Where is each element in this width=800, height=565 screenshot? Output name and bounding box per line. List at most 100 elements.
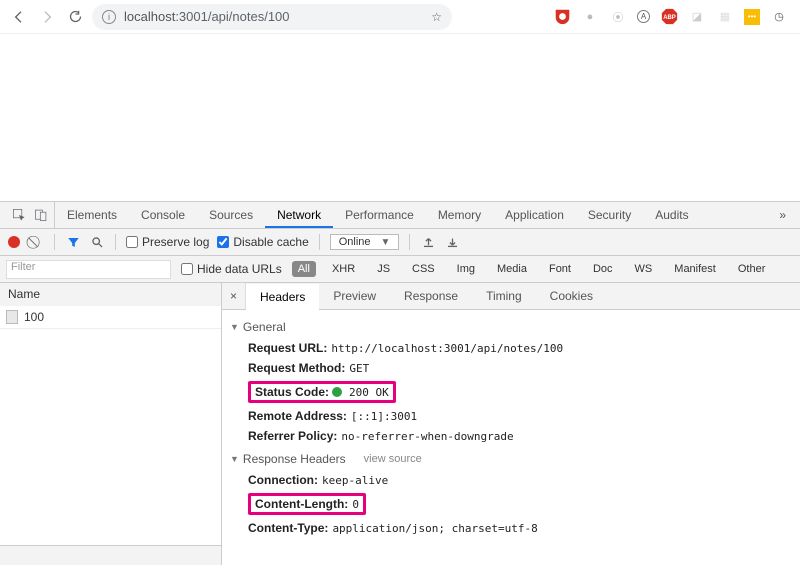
- request-list: Name 100: [0, 283, 222, 565]
- filter-type-js[interactable]: JS: [371, 261, 396, 277]
- record-button[interactable]: [8, 236, 20, 248]
- subtab-headers[interactable]: Headers: [246, 284, 319, 310]
- filter-type-font[interactable]: Font: [543, 261, 577, 277]
- remote-address-value: [::1]:3001: [351, 410, 417, 423]
- content-length-key: Content-Length:: [255, 497, 348, 511]
- extension-icon[interactable]: ▦: [716, 8, 734, 26]
- request-details: × Headers Preview Response Timing Cookie…: [222, 283, 800, 565]
- extension-icon[interactable]: ●: [581, 8, 599, 26]
- status-code-key: Status Code:: [255, 385, 329, 399]
- disable-cache-label: Disable cache: [233, 235, 308, 249]
- subtab-cookies[interactable]: Cookies: [536, 283, 607, 309]
- svg-text:ABP: ABP: [663, 15, 676, 21]
- referrer-policy-key: Referrer Policy:: [248, 429, 337, 443]
- file-icon: [6, 310, 18, 324]
- connection-key: Connection:: [248, 473, 318, 487]
- section-title-general[interactable]: ▼General: [230, 320, 792, 334]
- upload-har-icon[interactable]: [420, 234, 436, 250]
- browser-toolbar: i localhost:3001/api/notes/100 ☆ ● ⦿ A A…: [0, 0, 800, 34]
- filter-type-doc[interactable]: Doc: [587, 261, 619, 277]
- tab-console[interactable]: Console: [129, 202, 197, 228]
- filter-type-media[interactable]: Media: [491, 261, 533, 277]
- filter-icon[interactable]: [65, 234, 81, 250]
- page-viewport: [0, 34, 800, 201]
- filter-type-all[interactable]: All: [292, 261, 316, 277]
- tabs-overflow-icon[interactable]: »: [771, 202, 794, 228]
- name-column-header[interactable]: Name: [0, 283, 221, 306]
- tab-application[interactable]: Application: [493, 202, 576, 228]
- tab-elements[interactable]: Elements: [55, 202, 129, 228]
- inspect-icon[interactable]: [12, 208, 26, 222]
- forward-button[interactable]: [36, 6, 58, 28]
- request-url-key: Request URL:: [248, 341, 327, 355]
- summary-bar: [0, 545, 221, 565]
- content-type-key: Content-Type:: [248, 521, 328, 535]
- devtools-tabs: Elements Console Sources Network Perform…: [0, 202, 800, 229]
- throttling-value: Online: [339, 236, 371, 248]
- tab-sources[interactable]: Sources: [197, 202, 265, 228]
- tab-memory[interactable]: Memory: [426, 202, 493, 228]
- subtab-timing[interactable]: Timing: [472, 283, 536, 309]
- general-section: ▼General Request URL: http://localhost:30…: [230, 320, 792, 446]
- disclosure-triangle-icon: ▼: [230, 322, 239, 332]
- url-text: localhost:3001/api/notes/100: [124, 9, 290, 24]
- request-method-key: Request Method:: [248, 361, 345, 375]
- tab-network[interactable]: Network: [265, 202, 333, 228]
- status-dot-icon: [332, 387, 342, 397]
- back-button[interactable]: [8, 6, 30, 28]
- devtools-panel: Elements Console Sources Network Perform…: [0, 201, 800, 565]
- tab-security[interactable]: Security: [576, 202, 643, 228]
- address-bar[interactable]: i localhost:3001/api/notes/100 ☆: [92, 4, 452, 30]
- disable-cache-checkbox[interactable]: Disable cache: [217, 235, 308, 249]
- device-toggle-icon[interactable]: [34, 208, 48, 222]
- throttling-select[interactable]: Online ▼: [330, 234, 400, 250]
- content-length-value: 0: [352, 498, 359, 511]
- extension-icon[interactable]: ⦿: [609, 8, 627, 26]
- reload-button[interactable]: [64, 6, 86, 28]
- tab-audits[interactable]: Audits: [643, 202, 700, 228]
- clear-icon[interactable]: ⃠: [28, 234, 44, 250]
- filter-type-css[interactable]: CSS: [406, 261, 441, 277]
- extension-icon[interactable]: ◪: [688, 8, 706, 26]
- filter-type-xhr[interactable]: XHR: [326, 261, 361, 277]
- headers-body: ▼General Request URL: http://localhost:30…: [222, 310, 800, 565]
- request-row[interactable]: 100: [0, 306, 221, 329]
- chevron-down-icon: ▼: [381, 237, 391, 248]
- preserve-log-label: Preserve log: [142, 235, 209, 249]
- star-icon[interactable]: ☆: [431, 10, 442, 24]
- network-toolbar: ⃠ Preserve log Disable cache Online ▼: [0, 229, 800, 256]
- filter-type-ws[interactable]: WS: [629, 261, 659, 277]
- close-details-icon[interactable]: ×: [222, 283, 246, 309]
- section-title-response-headers[interactable]: ▼Response Headersview source: [230, 452, 792, 466]
- tab-performance[interactable]: Performance: [333, 202, 426, 228]
- adblock-icon[interactable]: ABP: [660, 8, 678, 26]
- extension-icon[interactable]: A: [637, 10, 650, 23]
- content-length-highlight: Content-Length: 0: [248, 493, 366, 515]
- network-filter-bar: Filter Hide data URLs All XHR JS CSS Img…: [0, 256, 800, 283]
- subtab-preview[interactable]: Preview: [319, 283, 390, 309]
- download-har-icon[interactable]: [444, 234, 460, 250]
- filter-type-other[interactable]: Other: [732, 261, 772, 277]
- filter-input[interactable]: Filter: [6, 260, 171, 279]
- search-icon[interactable]: [89, 234, 105, 250]
- ublock-icon[interactable]: [553, 8, 571, 26]
- preserve-log-checkbox[interactable]: Preserve log: [126, 235, 209, 249]
- request-name: 100: [24, 310, 44, 324]
- filter-type-manifest[interactable]: Manifest: [668, 261, 722, 277]
- filter-type-img[interactable]: Img: [451, 261, 481, 277]
- request-url-value: http://localhost:3001/api/notes/100: [331, 342, 563, 355]
- hide-data-urls-checkbox[interactable]: Hide data URLs: [181, 262, 282, 276]
- connection-value: keep-alive: [322, 474, 388, 487]
- site-info-icon[interactable]: i: [102, 10, 116, 24]
- url-host: localhost: [124, 9, 175, 24]
- view-source-link[interactable]: view source: [364, 453, 422, 465]
- subtab-response[interactable]: Response: [390, 283, 472, 309]
- content-type-value: application/json; charset=utf-8: [332, 522, 537, 535]
- extension-icon[interactable]: •••: [744, 9, 760, 25]
- remote-address-key: Remote Address:: [248, 409, 347, 423]
- extension-icon[interactable]: ◷: [770, 8, 788, 26]
- disclosure-triangle-icon: ▼: [230, 454, 239, 464]
- url-path: :3001/api/notes/100: [175, 9, 289, 24]
- status-code-value: 200 OK: [349, 386, 389, 399]
- hide-data-urls-label: Hide data URLs: [197, 262, 282, 276]
